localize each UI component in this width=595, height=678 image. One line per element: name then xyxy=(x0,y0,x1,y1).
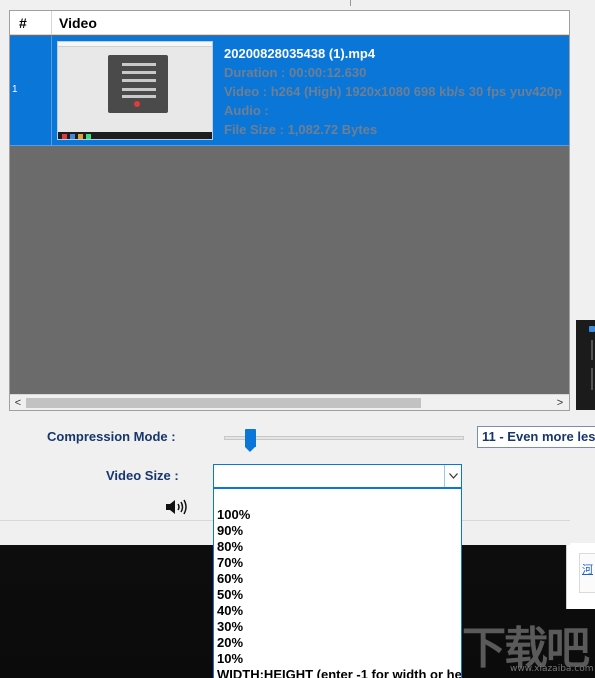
column-divider xyxy=(51,36,52,146)
row-index: 1 xyxy=(12,84,18,95)
video-size-select[interactable] xyxy=(213,464,462,488)
file-size: File Size : 1,082.72 Bytes xyxy=(224,122,378,137)
video-size-option[interactable]: 60% xyxy=(217,571,243,587)
video-size-option[interactable]: WIDTH:HEIGHT (enter -1 for width or heig… xyxy=(217,667,461,678)
scrollbar-thumb[interactable] xyxy=(26,398,421,408)
video-thumbnail xyxy=(57,41,213,140)
player-line-icon xyxy=(591,368,593,390)
background-popup: 河 xyxy=(566,543,595,609)
app-window: # Video 1 20200828035438 (1).mp4 Duratio… xyxy=(0,0,570,545)
video-size-dropdown-list[interactable]: 100% 90% 80% 70% 60% 50% 40% 30% 20% 10% WIDTH:HEI… xyxy=(213,488,462,678)
video-info: 20200828035438 (1).mp4 Duration : 00:00:… xyxy=(224,44,562,139)
speaker-icon[interactable] xyxy=(164,497,188,517)
compression-slider-handle[interactable] xyxy=(244,429,256,452)
player-dot-icon xyxy=(589,326,595,332)
background-window xyxy=(570,0,595,545)
video-grid[interactable]: # Video 1 20200828035438 (1).mp4 Duratio… xyxy=(9,10,570,411)
video-filename: 20200828035438 (1).mp4 xyxy=(224,46,376,61)
player-line-icon xyxy=(591,340,593,360)
video-size-option[interactable]: 70% xyxy=(217,555,243,571)
compression-mode-text: 11 - Even more less compressed xyxy=(482,429,595,444)
video-stream: Video : h264 (High) 1920x1080 698 kb/s 3… xyxy=(224,84,562,99)
watermark-url: www.xiazaiba.com xyxy=(510,664,594,674)
title-divider xyxy=(350,0,351,6)
watermark: 下载吧 www.xiazaiba.com xyxy=(458,612,595,678)
compression-mode-value: 11 - Even more less compressed xyxy=(477,426,595,448)
scroll-right-icon[interactable]: > xyxy=(553,396,567,410)
horizontal-scrollbar[interactable]: < > xyxy=(10,394,569,410)
video-size-option[interactable]: 30% xyxy=(217,619,243,635)
column-divider xyxy=(51,11,52,35)
audio-stream: Audio : xyxy=(224,103,269,118)
chevron-down-icon[interactable] xyxy=(444,465,461,487)
table-row[interactable]: 1 20200828035438 (1).mp4 Duration: 00:0… xyxy=(10,36,569,146)
column-header-video[interactable]: Video xyxy=(59,15,97,31)
grid-header: # Video xyxy=(10,11,569,35)
video-size-option[interactable]: 50% xyxy=(217,587,243,603)
compression-slider-track[interactable] xyxy=(224,436,464,440)
video-size-option[interactable]: 80% xyxy=(217,539,243,555)
video-size-option[interactable]: 90% xyxy=(217,523,243,539)
video-size-option[interactable]: 20% xyxy=(217,635,243,651)
scroll-left-icon[interactable]: < xyxy=(11,396,25,410)
column-header-index[interactable]: # xyxy=(19,15,27,31)
video-size-label: Video Size : xyxy=(106,468,179,483)
video-size-option[interactable]: 40% xyxy=(217,603,243,619)
video-duration: Duration : 00:00:12.630 xyxy=(224,65,367,80)
popup-link[interactable]: 河 xyxy=(582,561,593,577)
compression-mode-label: Compression Mode : xyxy=(47,429,176,444)
video-size-option[interactable]: 100% xyxy=(217,507,250,523)
background-player-strip xyxy=(576,320,595,410)
video-size-option[interactable]: 10% xyxy=(217,651,243,667)
